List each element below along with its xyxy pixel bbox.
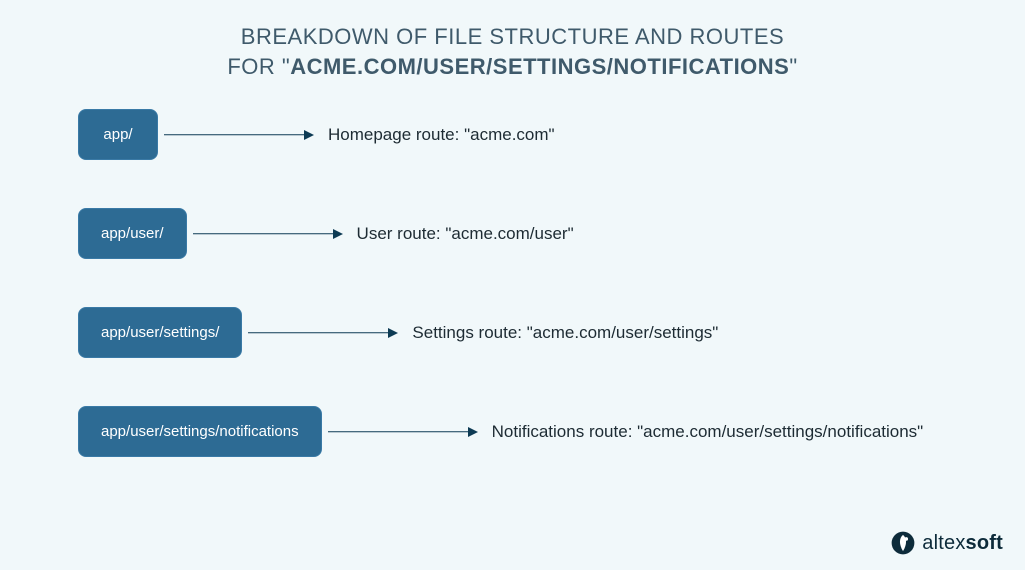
path-box: app/user/settings/ <box>78 307 242 358</box>
arrow-icon <box>248 332 398 334</box>
route-description: Settings route: "acme.com/user/settings" <box>412 323 718 343</box>
route-row: app/user/settings/notifications Notifica… <box>78 406 1005 457</box>
diagram-rows: app/ Homepage route: "acme.com" app/user… <box>0 109 1025 457</box>
arrow-icon <box>164 134 314 136</box>
title-line-2-prefix: FOR " <box>227 54 290 79</box>
arrow-icon <box>193 233 343 235</box>
route-description: Notifications route: "acme.com/user/sett… <box>492 422 924 442</box>
route-row: app/user/ User route: "acme.com/user" <box>78 208 1005 259</box>
brand-mark-icon <box>890 530 916 556</box>
path-box: app/ <box>78 109 158 160</box>
diagram-title: BREAKDOWN OF FILE STRUCTURE AND ROUTES F… <box>0 0 1025 81</box>
path-box: app/user/ <box>78 208 187 259</box>
route-description: Homepage route: "acme.com" <box>328 125 555 145</box>
title-line-2-bold: ACME.COM/USER/SETTINGS/NOTIFICATIONS <box>290 54 789 79</box>
title-line-1: BREAKDOWN OF FILE STRUCTURE AND ROUTES <box>241 24 784 49</box>
route-description: User route: "acme.com/user" <box>357 224 574 244</box>
path-box: app/user/settings/notifications <box>78 406 322 457</box>
brand-wordmark: altexsoft <box>922 532 1003 555</box>
route-row: app/ Homepage route: "acme.com" <box>78 109 1005 160</box>
brand-logo: altexsoft <box>890 530 1003 556</box>
route-row: app/user/settings/ Settings route: "acme… <box>78 307 1005 358</box>
arrow-icon <box>328 431 478 433</box>
title-line-2-suffix: " <box>789 54 797 79</box>
